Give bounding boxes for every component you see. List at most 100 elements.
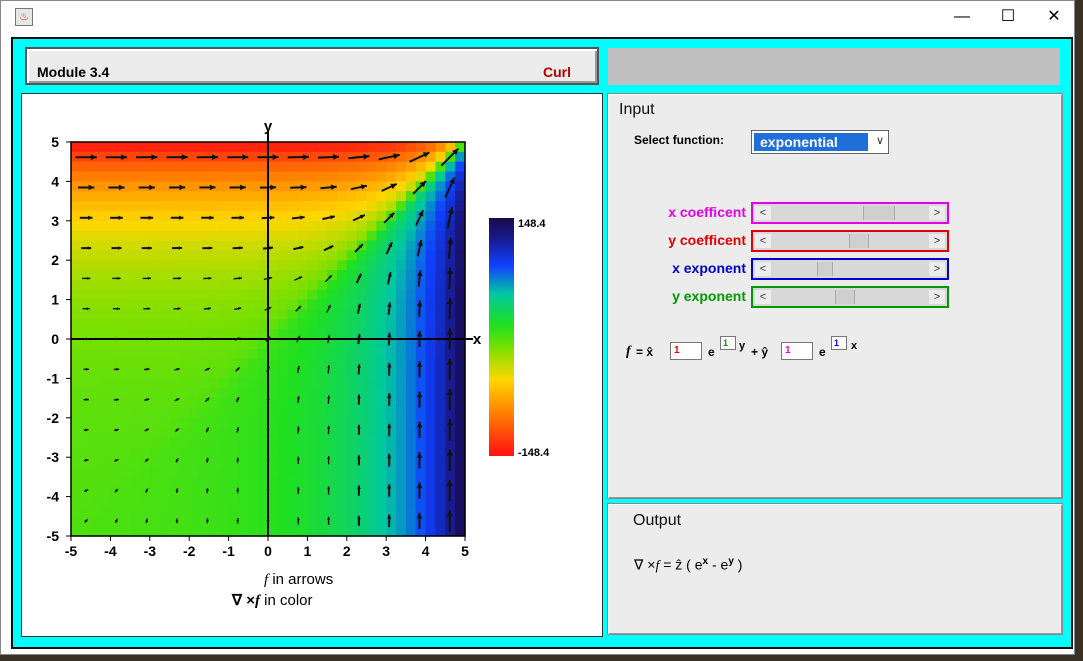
heatmap-cell	[366, 201, 377, 212]
heatmap-cell	[100, 496, 111, 508]
heatmap-cell	[248, 506, 259, 517]
heatmap-cell	[90, 506, 102, 517]
slider[interactable]: < >	[751, 230, 949, 252]
heatmap-cell	[405, 378, 417, 389]
slider[interactable]: < >	[751, 258, 949, 280]
chevron-right-icon[interactable]: >	[929, 290, 945, 304]
heatmap-cell	[317, 270, 328, 281]
heatmap-cell	[415, 506, 427, 517]
heatmap-cell	[405, 240, 417, 251]
slider-thumb[interactable]	[817, 262, 833, 276]
function-select[interactable]: exponential ∨	[751, 130, 889, 154]
slider-thumb[interactable]	[835, 290, 855, 304]
heatmap-cell	[346, 309, 358, 320]
heatmap-cell	[327, 260, 338, 271]
heatmap-cell	[336, 260, 348, 271]
chevron-left-icon[interactable]: <	[755, 234, 771, 248]
heatmap-cell	[218, 486, 230, 498]
x-exponent-field[interactable]: 1	[831, 336, 847, 350]
heatmap-cell	[268, 486, 279, 498]
heatmap-cell	[346, 496, 358, 508]
heatmap-cell	[346, 181, 358, 192]
x-tick-label: 1	[304, 543, 312, 559]
heatmap-cell	[307, 506, 318, 517]
heatmap-cell	[396, 516, 407, 527]
slider-thumb[interactable]	[863, 206, 895, 220]
heatmap-cell	[90, 496, 102, 508]
heatmap-cell	[80, 230, 92, 242]
heatmap-cell	[159, 210, 171, 222]
slider[interactable]: < >	[751, 202, 949, 224]
heatmap-cell	[110, 407, 121, 419]
heatmap-cell	[425, 516, 437, 527]
heatmap-cell	[189, 407, 200, 419]
heatmap-cell	[80, 279, 92, 291]
minimize-button[interactable]: —	[939, 1, 985, 32]
heatmap-cell	[386, 270, 397, 281]
heatmap-cell	[189, 516, 200, 527]
heatmap-cell	[90, 142, 102, 153]
heatmap-cell	[139, 250, 151, 261]
heatmap-cell	[327, 437, 338, 448]
heatmap-cell	[455, 437, 466, 448]
heatmap-cell	[376, 142, 387, 153]
heatmap-cell	[149, 191, 161, 202]
heatmap-cell	[248, 407, 259, 419]
heatmap-cell	[268, 348, 279, 360]
heatmap-cell	[189, 339, 200, 350]
heatmap-cell	[317, 289, 328, 301]
heatmap-cell	[208, 230, 220, 242]
heatmap-cell	[228, 171, 240, 182]
heatmap-cell	[455, 161, 466, 173]
heatmap-cell	[218, 240, 230, 251]
heatmap-cell	[90, 240, 102, 251]
heatmap-cell	[71, 358, 82, 370]
heatmap-cell	[179, 378, 190, 389]
chevron-left-icon[interactable]: <	[755, 290, 771, 304]
x-coefficient-field[interactable]: 1	[670, 342, 702, 360]
slider-thumb[interactable]	[849, 234, 869, 248]
chevron-right-icon[interactable]: >	[929, 234, 945, 248]
slider[interactable]: < >	[751, 286, 949, 308]
heatmap-cell	[179, 260, 190, 271]
heatmap-cell	[80, 496, 92, 508]
heatmap-cell	[120, 270, 131, 281]
heatmap-cell	[317, 191, 328, 202]
heatmap-cell	[435, 398, 446, 409]
heatmap-cell	[71, 457, 82, 468]
heatmap-cell	[277, 427, 289, 439]
chevron-right-icon[interactable]: >	[929, 262, 945, 276]
heatmap-cell	[307, 447, 318, 458]
heatmap-cell	[120, 260, 131, 271]
heatmap-cell	[445, 378, 456, 389]
heatmap-cell	[90, 467, 102, 478]
heatmap-cell	[80, 319, 92, 330]
heatmap-cell	[396, 457, 407, 468]
heatmap-cell	[90, 289, 102, 301]
heatmap-cell	[396, 476, 407, 488]
vector-field-plot[interactable]: y x -5 -4 -3 -2 -1 0 1 2 3 4 5 5 4 3 2 1 0 -1 -2 -3 -4 -5 148.4…	[22, 94, 602, 636]
y-exponent-field[interactable]: 1	[720, 336, 736, 350]
heatmap-cell	[149, 240, 161, 251]
heatmap-cell	[189, 161, 200, 173]
heatmap-cell	[455, 230, 466, 242]
maximize-button[interactable]: ☐	[985, 1, 1031, 32]
heatmap-cell	[317, 437, 328, 448]
heatmap-cell	[297, 496, 308, 508]
heatmap-cell	[100, 427, 111, 439]
heatmap-cell	[287, 526, 299, 537]
heatmap-cell	[189, 260, 200, 271]
heatmap-cell	[228, 250, 240, 261]
heatmap-cell	[159, 447, 171, 458]
chevron-down-icon[interactable]: ∨	[876, 134, 884, 147]
y-coefficient-field[interactable]: 1	[781, 342, 813, 360]
close-button[interactable]: ✕	[1031, 1, 1077, 32]
heatmap-cell	[228, 309, 240, 320]
heatmap-cell	[346, 260, 358, 271]
heatmap-cell	[317, 526, 328, 537]
chevron-right-icon[interactable]: >	[929, 206, 945, 220]
chevron-left-icon[interactable]: <	[755, 262, 771, 276]
chevron-left-icon[interactable]: <	[755, 206, 771, 220]
heatmap-cell	[366, 476, 377, 488]
heatmap-cell	[80, 201, 92, 212]
